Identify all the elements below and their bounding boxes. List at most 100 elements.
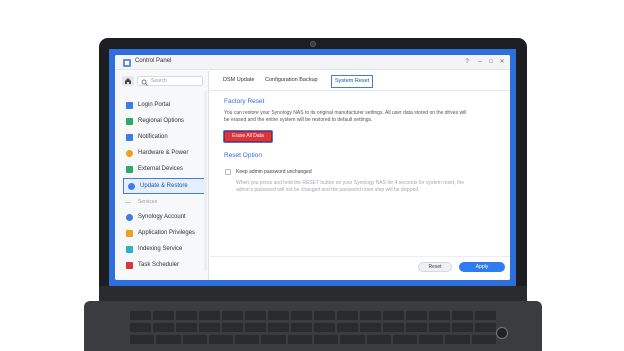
apply-button[interactable]: Apply	[459, 262, 505, 272]
sidebar-item-indexing-service[interactable]: Indexing Service	[122, 243, 208, 257]
sidebar-item-task-scheduler[interactable]: Task Scheduler	[122, 259, 208, 273]
update-restore-icon	[128, 183, 135, 190]
notification-icon	[126, 134, 133, 141]
synology-account-icon	[126, 214, 133, 221]
keyboard-row	[130, 311, 496, 320]
key	[471, 335, 496, 344]
keep-admin-password-checkbox[interactable]	[225, 169, 231, 175]
sidebar-item-external-devices[interactable]: External Devices	[122, 163, 208, 177]
key	[429, 311, 450, 320]
sidebar-item-label: Indexing Service	[138, 246, 183, 252]
task-scheduler-icon	[126, 262, 133, 269]
key	[406, 323, 427, 332]
sidebar-item-synology-account[interactable]: Synology Account	[122, 211, 208, 225]
scene: Control Panel ? – □ ✕ Search Login Porta…	[0, 0, 624, 351]
keep-admin-password-label: Keep admin password unchanged	[236, 169, 312, 175]
external-devices-icon	[126, 166, 133, 173]
key	[383, 323, 404, 332]
key	[452, 311, 473, 320]
search-input[interactable]: Search	[137, 76, 203, 86]
section-divider	[125, 202, 131, 203]
key	[130, 335, 155, 344]
sidebar-item-label: Synology Account	[138, 214, 186, 220]
tab-bar: DSM Update Configuration Backup System R…	[210, 71, 510, 91]
key	[261, 335, 286, 344]
laptop-hinge	[99, 286, 527, 302]
key	[291, 311, 312, 320]
tab-system-reset[interactable]: System Reset	[331, 75, 374, 88]
key	[291, 323, 312, 332]
tab-configuration-backup[interactable]: Configuration Backup	[262, 75, 321, 88]
login-portal-icon	[126, 102, 133, 109]
key	[176, 323, 197, 332]
sidebar-item-hardware-power[interactable]: Hardware & Power	[122, 147, 208, 161]
key	[222, 311, 243, 320]
keyboard-row	[130, 323, 496, 332]
key	[406, 311, 427, 320]
laptop-screen: Control Panel ? – □ ✕ Search Login Porta…	[109, 49, 516, 286]
sidebar-item-label: Hardware & Power	[138, 150, 189, 156]
key	[392, 335, 418, 344]
key	[314, 311, 335, 320]
search-placeholder: Search	[151, 78, 167, 84]
key	[475, 311, 496, 320]
webcam	[310, 41, 316, 47]
key	[199, 323, 220, 332]
sidebar-item-label: Regional Options	[138, 118, 185, 124]
close-icon[interactable]: ✕	[498, 58, 506, 66]
control-panel-window: Control Panel ? – □ ✕ Search Login Porta…	[115, 55, 510, 280]
window-title: Control Panel	[135, 58, 172, 64]
key	[156, 335, 181, 344]
key	[314, 323, 335, 332]
sidebar-scrollbar[interactable]	[204, 91, 207, 271]
maximize-icon[interactable]: □	[487, 58, 495, 66]
sidebar-item-application-privileges[interactable]: Application Privileges	[122, 227, 208, 241]
key	[360, 311, 381, 320]
erase-all-data-button[interactable]: Erase All Data	[224, 131, 272, 142]
footer-bar: Reset Apply	[210, 256, 510, 280]
key	[153, 323, 174, 332]
key	[182, 335, 207, 344]
sidebar-item-login-portal[interactable]: Login Portal	[122, 99, 208, 113]
power-button[interactable]	[496, 327, 508, 339]
factory-reset-description-line1: You can restore your Synology NAS to its…	[224, 110, 467, 116]
key	[235, 335, 260, 344]
main-content: DSM Update Configuration Backup System R…	[210, 71, 510, 280]
reset-button[interactable]: Reset	[418, 262, 452, 272]
key	[287, 335, 312, 344]
key	[153, 311, 174, 320]
tab-dsm-update[interactable]: DSM Update	[220, 75, 258, 88]
sidebar: Search Login Portal Regional Options Not…	[115, 71, 209, 280]
key	[313, 335, 339, 344]
key	[475, 323, 496, 332]
key	[429, 323, 450, 332]
key	[337, 311, 358, 320]
key	[130, 323, 151, 332]
sidebar-item-update-restore[interactable]: Update & Restore	[123, 178, 207, 194]
hardware-power-icon	[126, 150, 133, 157]
key	[337, 323, 358, 332]
services-section-label: Services	[138, 199, 158, 205]
regional-options-icon	[126, 118, 133, 125]
key	[245, 311, 266, 320]
key	[452, 323, 473, 332]
sidebar-item-label: Update & Restore	[140, 183, 188, 189]
minimize-icon[interactable]: –	[476, 58, 484, 66]
search-icon	[141, 79, 148, 86]
indexing-service-icon	[126, 246, 133, 253]
sidebar-item-label: External Devices	[138, 166, 184, 172]
reset-option-note-line1: When you press and hold the RESET button…	[236, 180, 465, 186]
help-icon[interactable]: ?	[463, 58, 471, 66]
factory-reset-heading: Factory Reset	[224, 98, 265, 105]
key	[222, 323, 243, 332]
sidebar-item-notification[interactable]: Notification	[122, 131, 208, 145]
sidebar-item-regional-options[interactable]: Regional Options	[122, 115, 208, 129]
key	[360, 323, 381, 332]
reset-option-note-line2: admin's password will not be changed and…	[236, 187, 420, 193]
key	[366, 335, 391, 344]
key	[268, 323, 289, 332]
sidebar-item-label: Task Scheduler	[138, 262, 180, 268]
reset-option-heading: Reset Option	[224, 152, 262, 159]
key	[199, 311, 220, 320]
home-button[interactable]	[122, 76, 134, 86]
